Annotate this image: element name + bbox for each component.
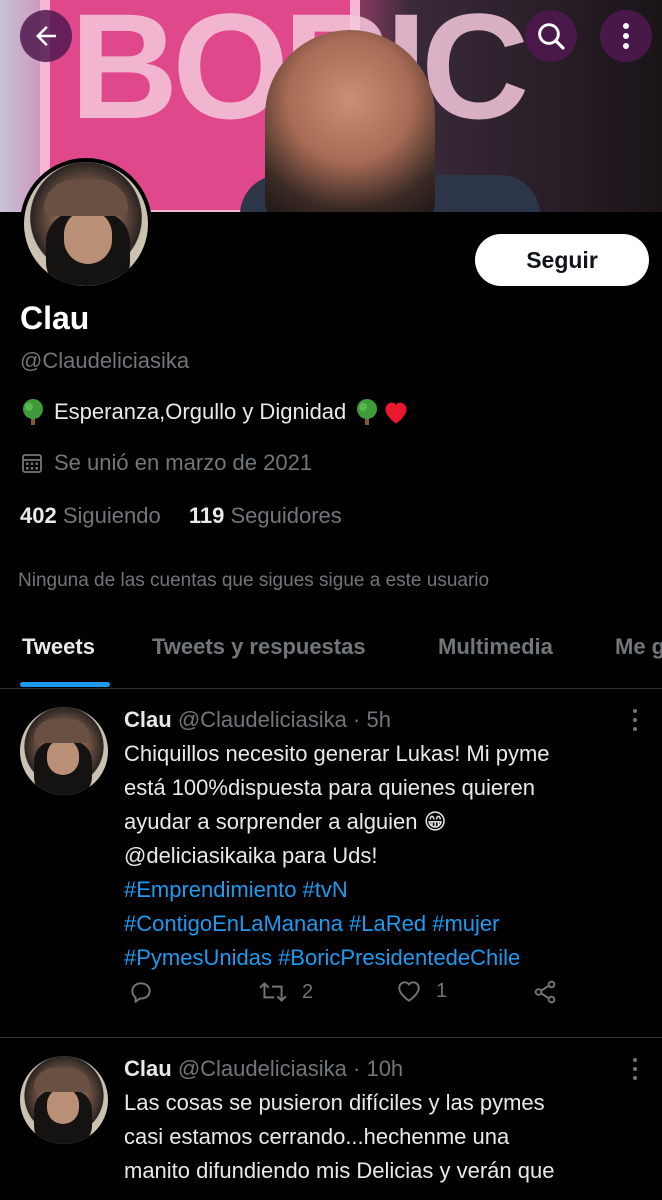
- tweet-author-avatar[interactable]: [20, 707, 108, 795]
- tweet-more-button[interactable]: [624, 709, 646, 731]
- tweet-author-name[interactable]: Clau: [124, 707, 172, 732]
- followers-label: Seguidores: [230, 503, 342, 528]
- tweet-text: Las cosas se pusieron difíciles y las py…: [124, 1086, 654, 1188]
- tweet-author-handle: @Claudeliciasika: [177, 1056, 347, 1081]
- followers-count: 119: [188, 503, 225, 528]
- mutual-followers-note: Ninguna de las cuentas que sigues sigue …: [18, 570, 490, 591]
- back-button[interactable]: [20, 10, 72, 62]
- profile-bio: Esperanza,Orgullo y Dignidad: [20, 398, 410, 426]
- following-link[interactable]: 402 Siguiendo: [20, 503, 161, 528]
- retweet-count: 2: [302, 980, 314, 1003]
- heart-icon: [398, 981, 420, 1002]
- profile-tabs: Tweets Tweets y respuestas Multimedia Me…: [0, 630, 662, 689]
- calendar-icon: [22, 454, 42, 473]
- arrow-left-icon: [36, 26, 56, 46]
- share-icon: [534, 980, 556, 1004]
- tweet[interactable]: Clau @Claudeliciasika · 10h Las cosas se…: [0, 1038, 662, 1200]
- following-count: 402: [20, 503, 57, 528]
- tweet-time: · 10h: [353, 1056, 404, 1081]
- like-count: 1: [436, 979, 448, 1002]
- tweet-actions: 2 1: [128, 979, 628, 1009]
- avatar-face: [47, 739, 79, 775]
- retweet-button[interactable]: 2: [258, 979, 313, 1005]
- reply-icon: [131, 982, 151, 1003]
- tab-likes[interactable]: Me g: [615, 634, 662, 660]
- tweet-text: Chiquillos necesito generar Lukas! Mi py…: [124, 737, 654, 975]
- search-button[interactable]: [525, 10, 577, 62]
- search-icon: [538, 23, 565, 50]
- avatar-face: [47, 1088, 79, 1124]
- joined-text: Se unió en marzo de 2021: [54, 450, 313, 475]
- avatar-face: [64, 210, 112, 264]
- red-heart-emoji-icon: [385, 402, 407, 424]
- reply-button[interactable]: [128, 979, 154, 1005]
- avatar-hat: [34, 719, 90, 743]
- profile-name: Clau: [20, 300, 90, 336]
- banner-person: [265, 30, 435, 212]
- tweet-hashtags[interactable]: #ContigoEnLaManana #LaRed #mujer: [124, 907, 654, 941]
- tweet-mention[interactable]: @deliciasikaika para Uds!: [124, 839, 654, 873]
- avatar-hat: [34, 1068, 90, 1092]
- tweet-header: Clau @Claudeliciasika · 10h: [124, 1056, 403, 1082]
- followers-link[interactable]: 119 Seguidores: [189, 503, 342, 528]
- tab-tweets[interactable]: Tweets: [22, 634, 95, 660]
- tweet-header: Clau @Claudeliciasika · 5h: [124, 707, 391, 733]
- profile-joined-date: Se unió en marzo de 2021: [20, 450, 312, 476]
- tweet-hashtags[interactable]: #PymesUnidas #BoricPresidentedeChile: [124, 941, 654, 975]
- follow-stats: 402 Siguiendo 119 Seguidores: [20, 503, 342, 529]
- tweet-line: manito difundiendo mis Delicias y verán …: [124, 1158, 555, 1183]
- tweet-line: está 100%dispuesta para quienes quieren: [124, 775, 535, 800]
- tweet-author-name[interactable]: Clau: [124, 1056, 172, 1081]
- profile-handle: @Claudeliciasika: [20, 348, 190, 373]
- retweet-icon: [259, 982, 287, 1002]
- tweet[interactable]: Clau @Claudeliciasika · 5h Chiquillos ne…: [0, 689, 662, 1038]
- tweet-time: · 5h: [353, 707, 391, 732]
- follow-button[interactable]: Seguir: [475, 234, 649, 286]
- share-button[interactable]: [532, 979, 558, 1005]
- avatar-hat: [44, 180, 128, 216]
- bio-text: Esperanza,Orgullo y Dignidad: [54, 399, 347, 424]
- tweet-more-button[interactable]: [624, 1058, 646, 1080]
- following-label: Siguiendo: [62, 503, 161, 528]
- tree-emoji-icon: [23, 399, 43, 425]
- like-button[interactable]: 1: [396, 979, 447, 1003]
- active-tab-indicator: [20, 682, 110, 687]
- tweet-hashtags[interactable]: #Emprendimiento #tvN: [124, 873, 654, 907]
- tab-media[interactable]: Multimedia: [438, 634, 553, 660]
- tweet-line: Las cosas se pusieron difíciles y las py…: [124, 1090, 545, 1115]
- tweet-line: Chiquillos necesito generar Lukas! Mi py…: [124, 741, 550, 766]
- tweet-line: ayudar a sorprender a alguien 😁: [124, 809, 447, 834]
- profile-avatar[interactable]: [20, 158, 152, 290]
- tweet-author-handle: @Claudeliciasika: [177, 707, 347, 732]
- tweet-author-avatar[interactable]: [20, 1056, 108, 1144]
- more-options-button[interactable]: [600, 10, 652, 62]
- tree-emoji-icon: [357, 399, 378, 425]
- tweet-line: casi estamos cerrando...hechenme una: [124, 1124, 510, 1149]
- tab-tweets-and-replies[interactable]: Tweets y respuestas: [152, 634, 366, 660]
- more-vertical-icon: [623, 23, 629, 49]
